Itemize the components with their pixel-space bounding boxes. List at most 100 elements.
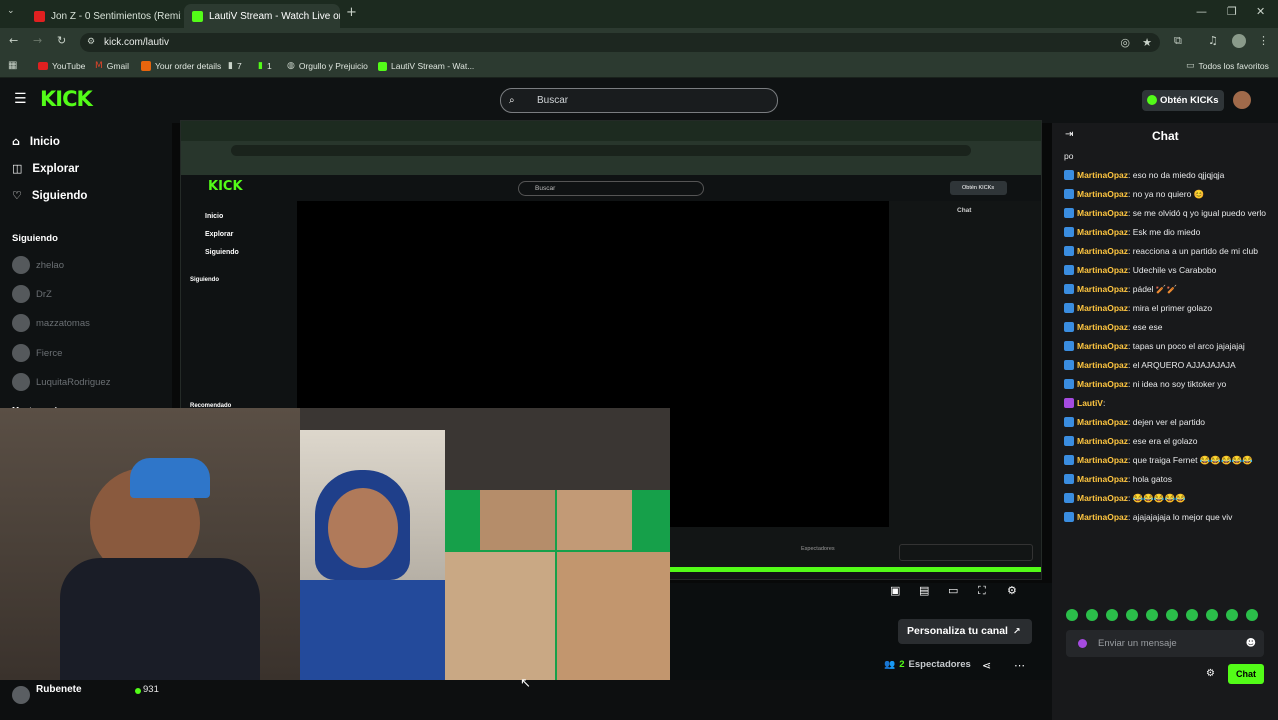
chat-username[interactable]: MartinaOpaz xyxy=(1077,246,1128,256)
extensions-icon[interactable]: ⧉ xyxy=(1174,34,1182,48)
chat-username[interactable]: MartinaOpaz xyxy=(1077,303,1128,313)
emote-bar xyxy=(1066,609,1266,625)
browser-tab-bar: ⌄ Jon Z - 0 Sentimientos (Remix) × Lauti… xyxy=(0,0,1278,28)
restore-icon[interactable]: ❐ xyxy=(1227,5,1237,18)
inner-site-header: KICK Buscar Obtén KICKs xyxy=(181,175,1041,201)
chat-username[interactable]: MartinaOpaz xyxy=(1077,227,1128,237)
send-chat-button[interactable]: Chat xyxy=(1228,664,1264,684)
streamer-name[interactable]: Rubenete xyxy=(36,684,82,695)
media-icon[interactable]: ♫ xyxy=(1208,34,1218,47)
search-placeholder: Buscar xyxy=(537,95,569,106)
tab-jonz[interactable]: Jon Z - 0 Sentimientos (Remix) × xyxy=(26,4,181,28)
emote-icon[interactable] xyxy=(1246,609,1258,621)
bookmark-1[interactable]: ▮ 1 xyxy=(258,61,272,71)
chat-text: : que traiga Fernet 😂😂😂😂😂 xyxy=(1128,455,1253,465)
chat-username[interactable]: MartinaOpaz xyxy=(1077,493,1128,503)
following-item[interactable]: mazzatomas xyxy=(12,314,160,332)
chat-username[interactable]: MartinaOpaz xyxy=(1077,170,1128,180)
following-item[interactable]: LuquitaRodriguez xyxy=(12,373,160,391)
settings-icon[interactable]: ⚙ xyxy=(1007,584,1017,597)
emote-icon[interactable] xyxy=(1226,609,1238,621)
bookmark-label: Your order details xyxy=(155,61,222,71)
users-icon: 👥 xyxy=(884,659,896,670)
back-icon[interactable]: ← xyxy=(9,34,18,47)
eye-off-icon[interactable]: ◎ xyxy=(1120,33,1130,52)
chat-username[interactable]: MartinaOpaz xyxy=(1077,265,1128,275)
collapse-chat-icon[interactable]: ⇥ xyxy=(1065,129,1073,140)
user-avatar[interactable] xyxy=(1233,91,1251,109)
chat-username[interactable]: MartinaOpaz xyxy=(1077,417,1128,427)
site-info-icon[interactable]: ⚙ xyxy=(87,33,95,52)
bookmark-orgullo[interactable]: ◍ Orgullo y Prejuicio xyxy=(287,61,368,71)
nav-inicio[interactable]: ⌂ Inicio xyxy=(12,135,60,148)
chat-username[interactable]: MartinaOpaz xyxy=(1077,436,1128,446)
chat-username[interactable]: MartinaOpaz xyxy=(1077,379,1128,389)
chat-message: MartinaOpaz: ese ese xyxy=(1064,322,1272,333)
chat-username[interactable]: MartinaOpaz xyxy=(1077,208,1128,218)
share-icon[interactable]: ⋖ xyxy=(982,659,991,672)
address-bar[interactable]: ⚙ kick.com/lautiv ◎ ★ xyxy=(80,33,1160,52)
bookmark-lautiv[interactable]: LautiV Stream - Wat... xyxy=(378,61,474,71)
fullscreen-icon[interactable]: ⛶ xyxy=(978,584,986,598)
bookmark-youtube[interactable]: YouTube xyxy=(38,61,85,71)
following-item[interactable]: DrZ xyxy=(12,285,160,303)
more-options-icon[interactable]: ⋯ xyxy=(1014,659,1025,672)
inner-url-box xyxy=(231,145,971,156)
all-bookmarks[interactable]: ▭ Todos los favoritos xyxy=(1186,61,1269,71)
nav-explorar[interactable]: ◫ Explorar xyxy=(12,162,79,175)
chat-username[interactable]: MartinaOpaz xyxy=(1077,322,1128,332)
chat-settings-icon[interactable]: ⚙ xyxy=(1206,668,1215,679)
emoji-picker-icon[interactable]: ☻ xyxy=(1246,630,1256,657)
emote-icon[interactable] xyxy=(1066,609,1078,621)
emote-icon[interactable] xyxy=(1086,609,1098,621)
bookmark-gmail[interactable]: M Gmail xyxy=(95,61,129,71)
chat-username[interactable]: MartinaOpaz xyxy=(1077,189,1128,199)
theater-mode-icon[interactable]: ▭ xyxy=(948,584,958,597)
kick-logo[interactable]: KICK xyxy=(40,87,93,111)
chat-text: : ajajajajaja lo mejor que viv xyxy=(1128,512,1233,522)
chat-username[interactable]: MartinaOpaz xyxy=(1077,341,1128,351)
chat-username[interactable]: LautiV xyxy=(1077,398,1103,408)
nav-siguiendo[interactable]: ♡ Siguiendo xyxy=(12,189,87,202)
bookmark-7[interactable]: ▮ 7 xyxy=(228,61,242,71)
tab-label: Jon Z - 0 Sentimientos (Remix) xyxy=(51,10,181,22)
reload-icon[interactable]: ↻ xyxy=(57,34,66,47)
bookmark-star-icon[interactable]: ★ xyxy=(1142,33,1152,52)
close-window-icon[interactable]: ✕ xyxy=(1256,5,1265,18)
emote-icon[interactable] xyxy=(1186,609,1198,621)
chat-username[interactable]: MartinaOpaz xyxy=(1077,512,1128,522)
search-input[interactable]: ⌕ Buscar xyxy=(500,88,778,113)
user-badge-icon xyxy=(1064,379,1074,389)
chat-username[interactable]: MartinaOpaz xyxy=(1077,455,1128,465)
tab-lautiv[interactable]: LautiV Stream - Watch Live on × xyxy=(184,4,340,28)
miniplayer-icon[interactable]: ▣ xyxy=(890,584,900,597)
streamer-avatar[interactable] xyxy=(12,686,30,704)
emote-icon[interactable] xyxy=(1166,609,1178,621)
user-badge-icon xyxy=(1064,265,1074,275)
emote-icon[interactable] xyxy=(1126,609,1138,621)
following-name: DrZ xyxy=(36,288,52,300)
bookmark-order[interactable]: Your order details xyxy=(141,61,221,71)
url-text: kick.com/lautiv xyxy=(104,37,170,48)
chat-input[interactable]: Enviar un mensaje ☻ xyxy=(1066,630,1264,657)
minimize-icon[interactable]: — xyxy=(1196,5,1207,18)
clip-icon[interactable]: ▤ xyxy=(919,584,929,597)
hamburger-menu-icon[interactable]: ☰ xyxy=(14,91,27,107)
chat-username[interactable]: MartinaOpaz xyxy=(1077,474,1128,484)
following-item[interactable]: zhelao xyxy=(12,256,160,274)
get-kicks-button[interactable]: Obtén KICKs xyxy=(1142,90,1224,111)
emote-icon[interactable] xyxy=(1206,609,1218,621)
tab-list-icon[interactable]: ⌄ xyxy=(7,6,15,16)
browser-menu-icon[interactable]: ⋮ xyxy=(1258,34,1269,47)
following-item[interactable]: Fierce xyxy=(12,344,160,362)
new-tab-icon[interactable]: + xyxy=(346,5,357,20)
chat-message: MartinaOpaz: Udechile vs Carabobo xyxy=(1064,265,1272,276)
forward-icon[interactable]: → xyxy=(33,34,42,47)
customize-channel-button[interactable]: Personaliza tu canal ↗ xyxy=(898,619,1032,644)
emote-icon[interactable] xyxy=(1106,609,1118,621)
apps-grid-icon[interactable]: ▦ xyxy=(8,60,17,71)
chat-username[interactable]: MartinaOpaz xyxy=(1077,284,1128,294)
profile-avatar[interactable] xyxy=(1232,34,1246,48)
chat-username[interactable]: MartinaOpaz xyxy=(1077,360,1128,370)
emote-icon[interactable] xyxy=(1146,609,1158,621)
